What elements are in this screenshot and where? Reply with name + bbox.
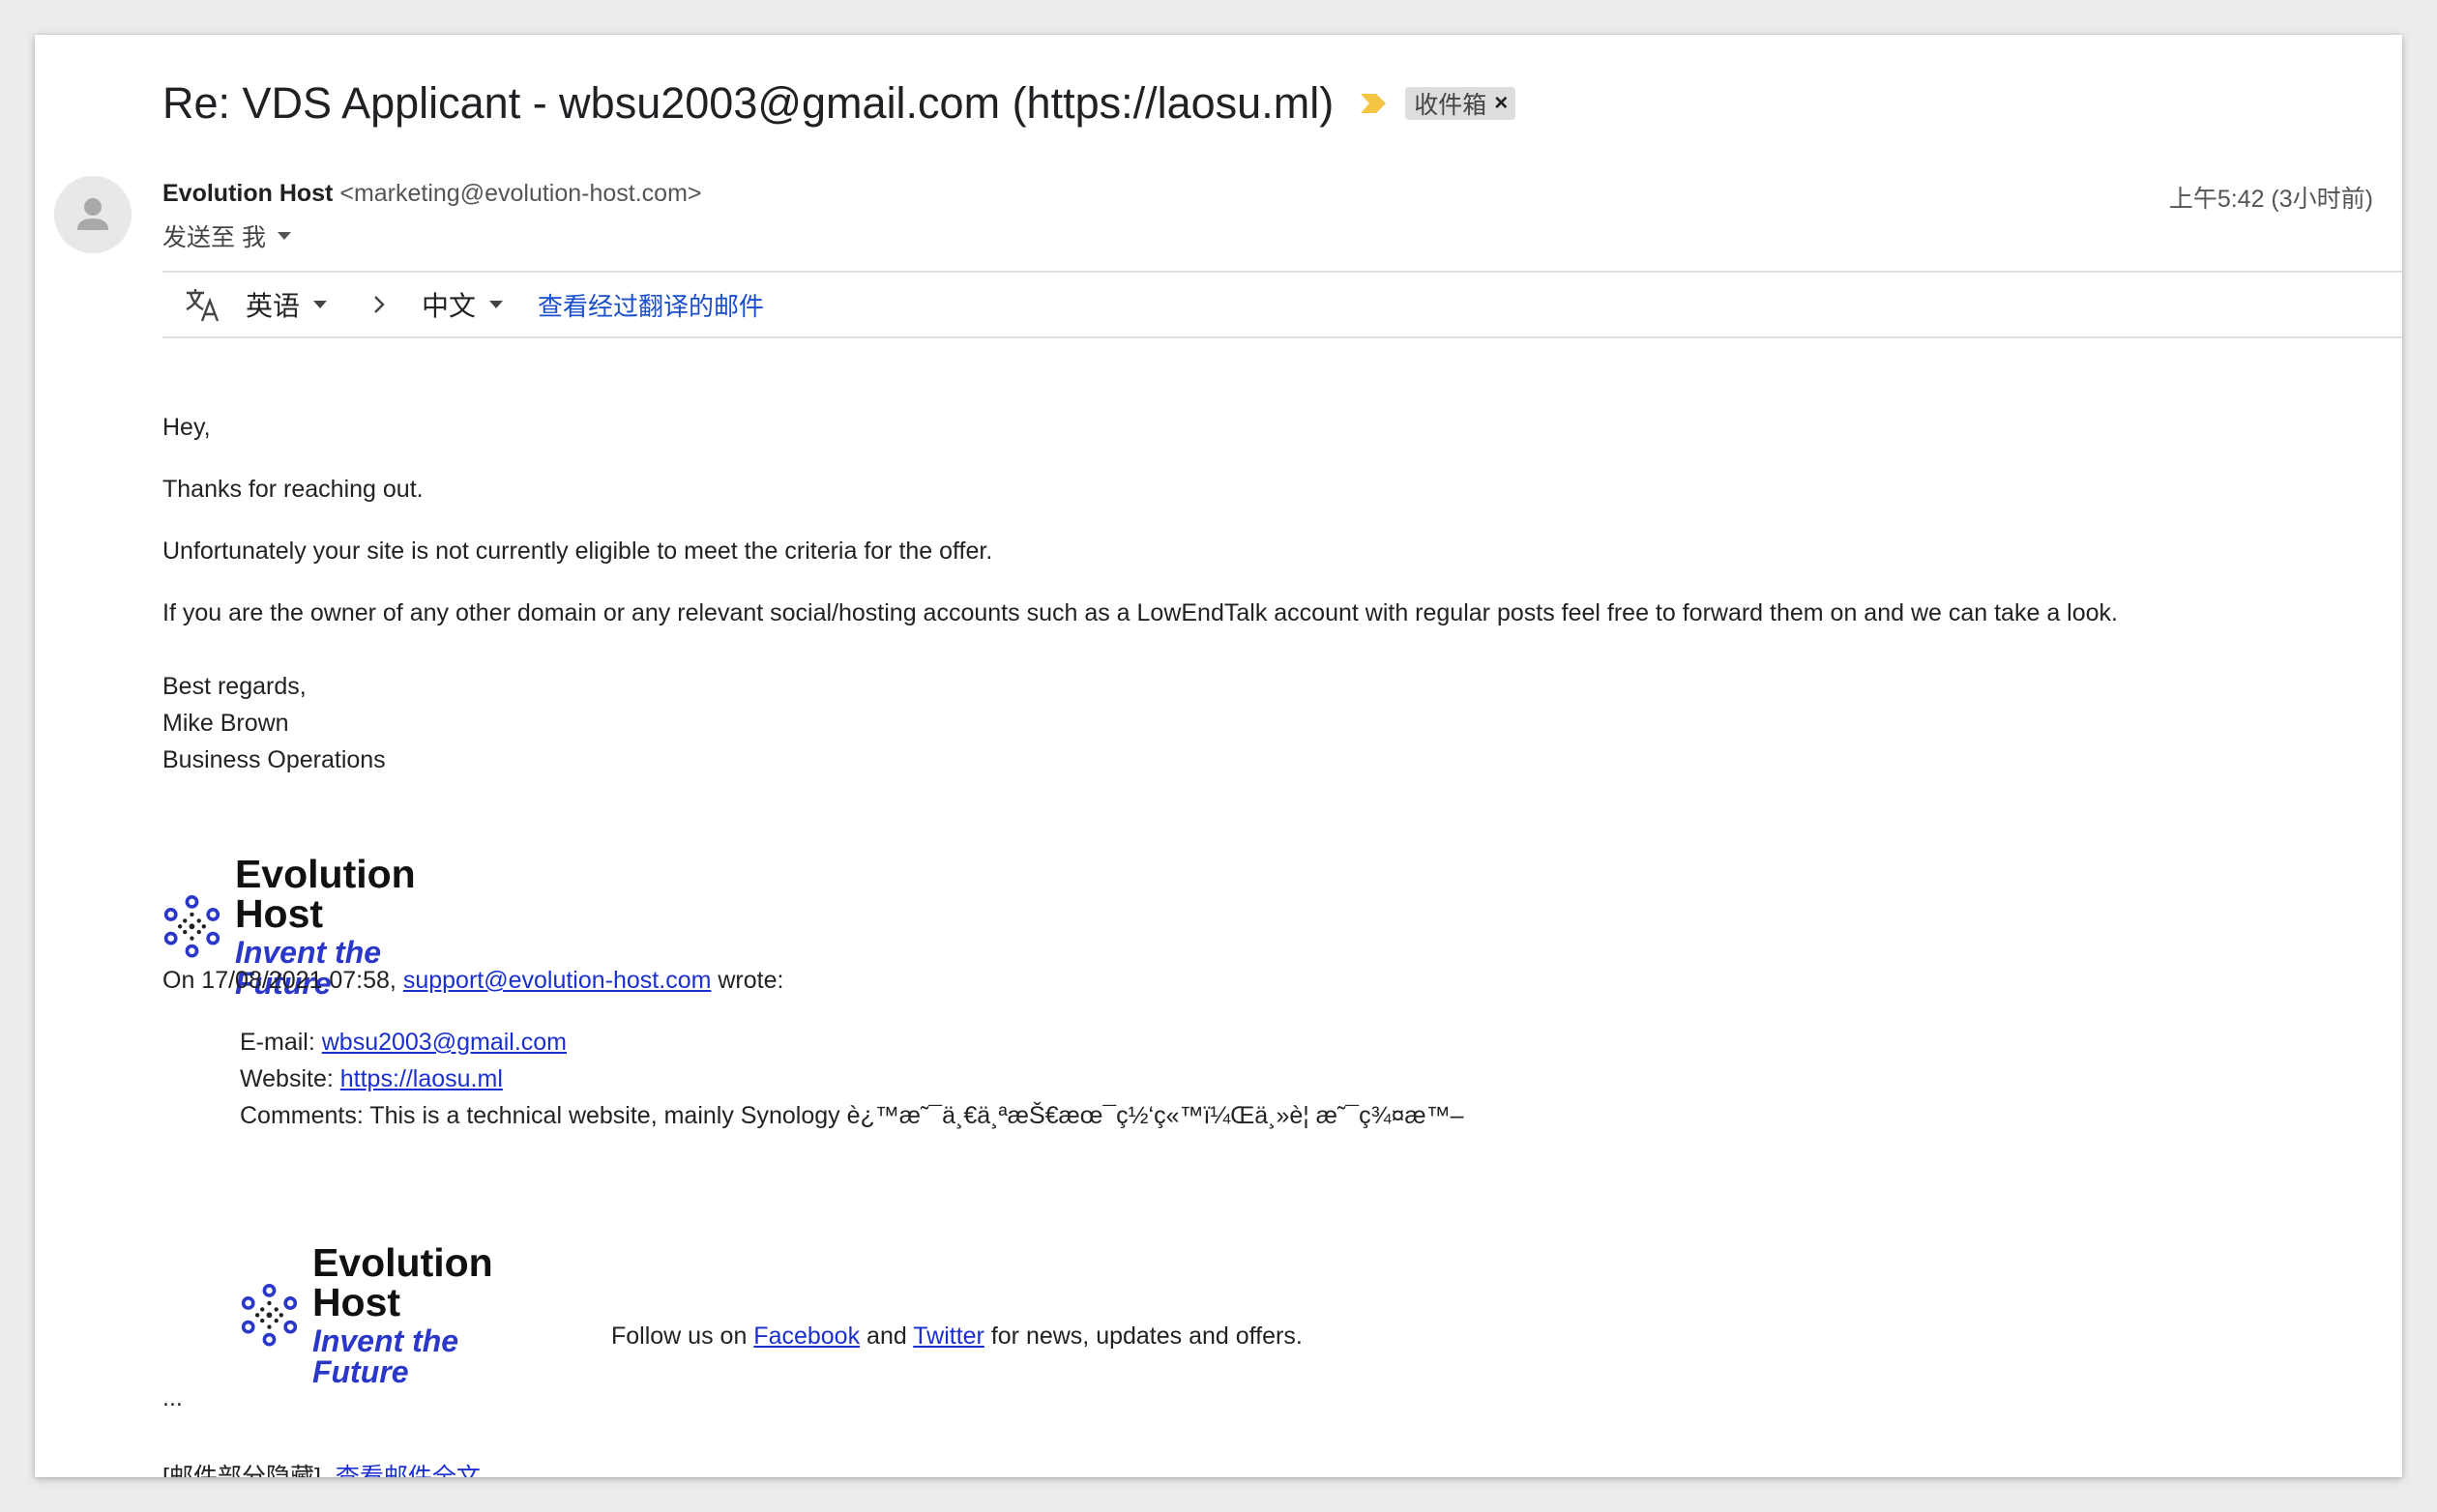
email-subject: Re: VDS Applicant - wbsu2003@gmail.com (… — [162, 78, 1335, 128]
hidden-message-note: [邮件部分隐藏] — [162, 1464, 321, 1477]
remove-label-icon[interactable]: × — [1494, 90, 1508, 117]
source-language-select[interactable]: 英语 — [246, 285, 328, 324]
quoted-comments-line: Comments: This is a technical website, m… — [240, 1102, 1464, 1129]
target-language-dropdown-icon — [489, 301, 504, 308]
sender-line: Evolution Host <marketing@evolution-host… — [162, 180, 702, 208]
greeting-text: Hey, — [162, 414, 211, 441]
quoted-email-label: E-mail: — [240, 1029, 322, 1056]
quote-intro-prefix: On 17/08/2021 07:58, — [162, 967, 403, 994]
importance-marker-icon[interactable] — [1357, 87, 1390, 120]
chevron-right-icon — [374, 296, 385, 313]
quoted-email-link[interactable]: wbsu2003@gmail.com — [322, 1029, 567, 1056]
view-full-message-link[interactable]: 查看邮件全文 — [336, 1464, 481, 1477]
evolution-host-logo-icon — [163, 894, 220, 958]
hidden-message-line: [邮件部分隐藏] 查看邮件全文 — [162, 1458, 481, 1477]
sender-avatar[interactable] — [54, 176, 132, 253]
logo-title: Evolution Host — [234, 852, 416, 936]
recipient-label: 发送至 我 — [162, 224, 266, 251]
inbox-label-text: 收件箱 — [1414, 92, 1487, 119]
person-icon — [77, 198, 108, 230]
body-line: If you are the owner of any other domain… — [162, 599, 2118, 626]
evolution-host-logo-quoted: Evolution Host Invent the Future — [240, 1243, 515, 1387]
recipient-dropdown-icon[interactable] — [277, 232, 291, 240]
quoted-email-line: E-mail: wbsu2003@gmail.com — [240, 1029, 567, 1057]
evolution-host-logo-icon — [241, 1283, 298, 1347]
subject-row: Re: VDS Applicant - wbsu2003@gmail.com (… — [162, 70, 1516, 137]
follow-suffix: for news, updates and offers. — [984, 1323, 1303, 1350]
quoted-website-label: Website: — [240, 1065, 340, 1092]
translate-icon — [186, 289, 220, 322]
view-translated-link[interactable]: 查看经过翻译的邮件 — [538, 287, 764, 323]
trimmed-content-toggle[interactable]: ... — [162, 1384, 183, 1412]
email-card: Re: VDS Applicant - wbsu2003@gmail.com (… — [35, 35, 2402, 1477]
quoted-website-link[interactable]: https://laosu.ml — [340, 1065, 503, 1092]
logo-title: Evolution Host — [311, 1240, 493, 1324]
signature-line: Business Operations — [162, 746, 386, 773]
quote-intro-suffix: wrote: — [711, 967, 784, 994]
sender-email: <marketing@evolution-host.com> — [339, 180, 702, 207]
follow-and: and — [860, 1323, 914, 1350]
follow-us-line: Follow us on Facebook and Twitter for ne… — [611, 1323, 1303, 1351]
source-language-dropdown-icon — [313, 301, 328, 308]
signature-line: Best regards, — [162, 673, 307, 700]
email-timestamp: 上午5:42 (3小时前) — [2168, 186, 2373, 213]
support-email-link[interactable]: support@evolution-host.com — [403, 967, 712, 994]
inbox-label-chip[interactable]: 收件箱 × — [1405, 87, 1516, 120]
facebook-link[interactable]: Facebook — [753, 1323, 860, 1350]
recipient-details[interactable]: 发送至 我 — [162, 218, 291, 253]
target-language-select[interactable]: 中文 — [422, 285, 504, 324]
twitter-link[interactable]: Twitter — [913, 1323, 984, 1350]
translate-bar: 英语 中文 查看经过翻译的邮件 — [162, 271, 2402, 338]
follow-prefix: Follow us on — [611, 1323, 754, 1350]
sender-name[interactable]: Evolution Host — [162, 180, 333, 207]
quote-intro: On 17/08/2021 07:58, support@evolution-h… — [162, 967, 783, 995]
signature-line: Mike Brown — [162, 710, 289, 737]
body-line: Unfortunately your site is not currently… — [162, 538, 993, 565]
source-language-label: 英语 — [246, 291, 301, 321]
quoted-website-line: Website: https://laosu.ml — [240, 1065, 503, 1093]
body-line: Thanks for reaching out. — [162, 476, 424, 503]
target-language-label: 中文 — [422, 291, 477, 321]
logo-subtitle: Invent the Future — [311, 1323, 459, 1389]
